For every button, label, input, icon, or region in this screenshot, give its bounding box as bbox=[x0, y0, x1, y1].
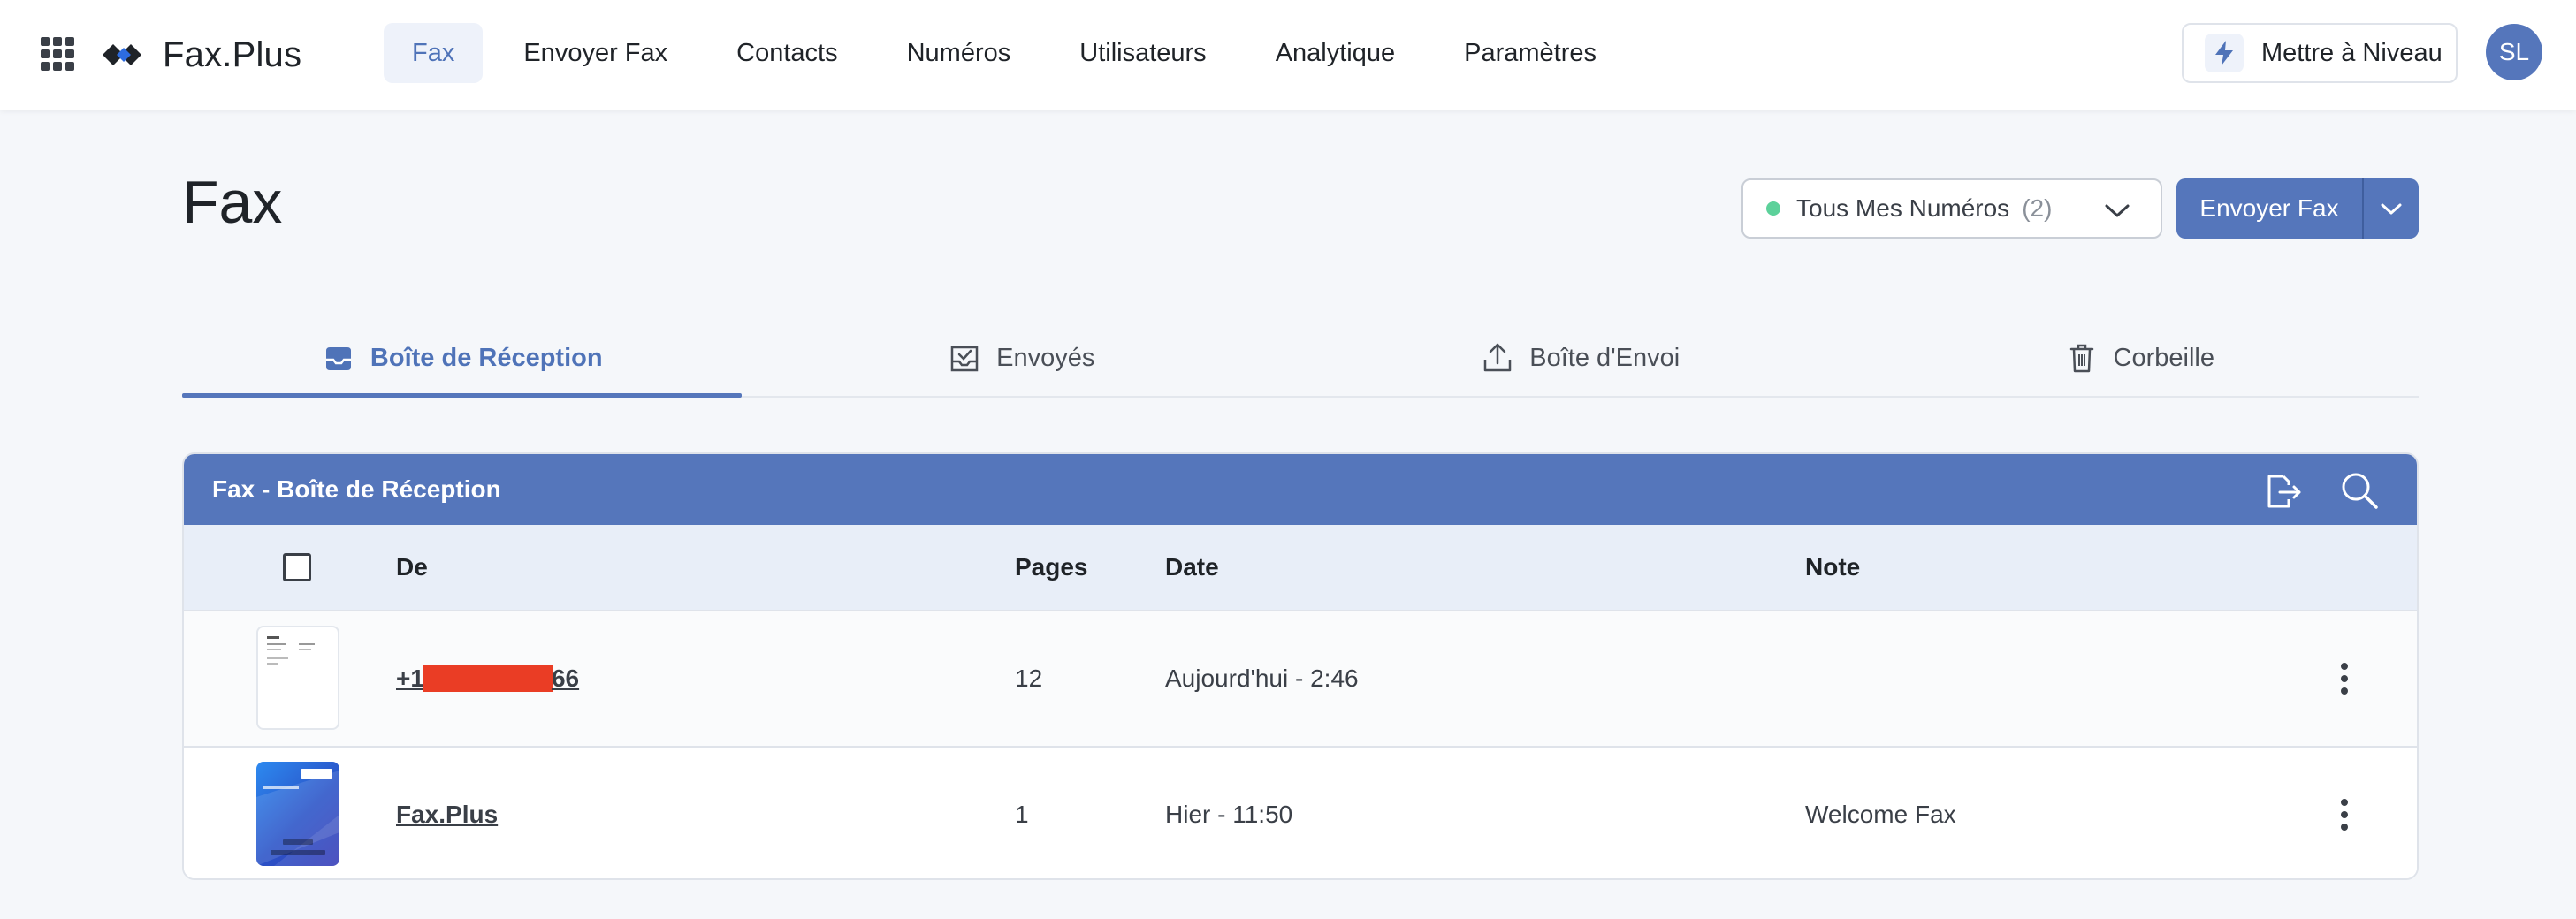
fax-pages: 12 bbox=[1015, 665, 1043, 692]
table-actions bbox=[2226, 468, 2382, 513]
main-nav: Fax Envoyer Fax Contacts Numéros Utilisa… bbox=[384, 23, 1637, 83]
column-header-note[interactable]: Note bbox=[1805, 553, 1860, 581]
send-fax-options-button[interactable] bbox=[2364, 178, 2419, 239]
more-vertical-icon bbox=[2341, 799, 2348, 831]
upgrade-label: Mettre à Niveau bbox=[2261, 38, 2443, 67]
sent-icon bbox=[950, 346, 979, 372]
nav-item-contacts[interactable]: Contacts bbox=[708, 23, 865, 83]
nav-item-analytics[interactable]: Analytique bbox=[1247, 23, 1423, 83]
redacted-phone-number bbox=[422, 665, 553, 692]
fax-table-card: Fax - Boîte de Réception De Pages Date N… bbox=[182, 452, 2419, 880]
top-navigation-bar: Fax.Plus Fax Envoyer Fax Contacts Numéro… bbox=[0, 0, 2576, 110]
inbox-icon bbox=[325, 347, 351, 370]
column-header-date[interactable]: Date bbox=[1165, 553, 1219, 581]
lightning-icon bbox=[2205, 34, 2244, 72]
column-header-pages[interactable]: Pages bbox=[1015, 553, 1088, 581]
page-title: Fax bbox=[182, 169, 283, 236]
fax-thumbnail[interactable] bbox=[256, 626, 339, 730]
export-icon bbox=[2267, 475, 2301, 508]
upload-icon bbox=[1484, 343, 1512, 372]
tab-inbox[interactable]: Boîte de Réception bbox=[182, 320, 742, 398]
tab-outbox-label: Boîte d'Envoi bbox=[1529, 343, 1680, 372]
upgrade-button[interactable]: Mettre à Niveau bbox=[2182, 23, 2458, 83]
row-actions-button[interactable] bbox=[2325, 795, 2364, 834]
column-header-from[interactable]: De bbox=[396, 553, 428, 581]
chevron-down-icon bbox=[2105, 204, 2130, 217]
nav-item-users[interactable]: Utilisateurs bbox=[1051, 23, 1234, 83]
search-icon bbox=[2342, 473, 2378, 509]
number-select-label: Tous Mes Numéros bbox=[1796, 194, 2010, 222]
number-select-count: (2) bbox=[2022, 194, 2053, 222]
avatar[interactable]: SL bbox=[2486, 24, 2542, 80]
fax-tabs: Boîte de Réception Envoyés Boîte d'Envoi… bbox=[182, 320, 2419, 398]
nav-item-numbers[interactable]: Numéros bbox=[879, 23, 1040, 83]
nav-item-fax[interactable]: Fax bbox=[384, 23, 484, 83]
apps-grid-icon[interactable] bbox=[41, 37, 74, 71]
status-dot bbox=[1766, 201, 1780, 216]
row-actions-button[interactable] bbox=[2325, 659, 2364, 698]
fax-from-link[interactable]: +1 66 bbox=[396, 611, 579, 746]
fax-from-link[interactable]: Fax.Plus bbox=[396, 748, 498, 878]
fax-pages: 1 bbox=[1015, 801, 1029, 828]
table-row[interactable]: +1 66 12 Aujourd'hui - 2:46 bbox=[184, 611, 2417, 748]
document-preview-icon bbox=[267, 636, 315, 665]
fax-date: Aujourd'hui - 2:46 bbox=[1165, 665, 1359, 692]
tab-sent[interactable]: Envoyés bbox=[742, 320, 1301, 396]
fax-plus-logo-icon bbox=[103, 44, 141, 65]
chevron-down-icon bbox=[2381, 203, 2402, 215]
table-column-headers: De Pages Date Note bbox=[184, 525, 2417, 611]
table-row[interactable]: Fax.Plus 1 Hier - 11:50 Welcome Fax bbox=[184, 748, 2417, 878]
brand[interactable]: Fax.Plus bbox=[101, 28, 301, 81]
tab-inbox-label: Boîte de Réception bbox=[370, 343, 603, 372]
phone-suffix: 66 bbox=[551, 665, 580, 692]
tab-outbox[interactable]: Boîte d'Envoi bbox=[1300, 320, 1860, 396]
number-select-dropdown[interactable]: Tous Mes Numéros (2) bbox=[1741, 178, 2162, 239]
select-all-checkbox[interactable] bbox=[283, 553, 311, 581]
search-button[interactable] bbox=[2337, 468, 2382, 513]
send-fax-button[interactable]: Envoyer Fax bbox=[2176, 178, 2362, 239]
nav-item-send-fax[interactable]: Envoyer Fax bbox=[495, 23, 696, 83]
fax-date: Hier - 11:50 bbox=[1165, 801, 1293, 828]
send-fax-split-button: Envoyer Fax bbox=[2176, 178, 2419, 239]
table-header-bar: Fax - Boîte de Réception bbox=[184, 454, 2417, 525]
more-vertical-icon bbox=[2341, 663, 2348, 695]
nav-item-settings[interactable]: Paramètres bbox=[1436, 23, 1625, 83]
export-button[interactable] bbox=[2260, 468, 2304, 513]
tab-sent-label: Envoyés bbox=[996, 343, 1095, 372]
phone-prefix: +1 bbox=[396, 665, 424, 692]
fax-thumbnail[interactable] bbox=[256, 762, 339, 866]
tab-trash[interactable]: Corbeille bbox=[1860, 320, 2420, 396]
fax-note: Welcome Fax bbox=[1805, 801, 1956, 828]
table-title: Fax - Boîte de Réception bbox=[212, 475, 501, 503]
tab-trash-label: Corbeille bbox=[2113, 343, 2214, 372]
brand-name: Fax.Plus bbox=[163, 34, 302, 74]
trash-icon bbox=[2069, 344, 2093, 373]
welcome-fax-preview-icon bbox=[256, 769, 339, 866]
